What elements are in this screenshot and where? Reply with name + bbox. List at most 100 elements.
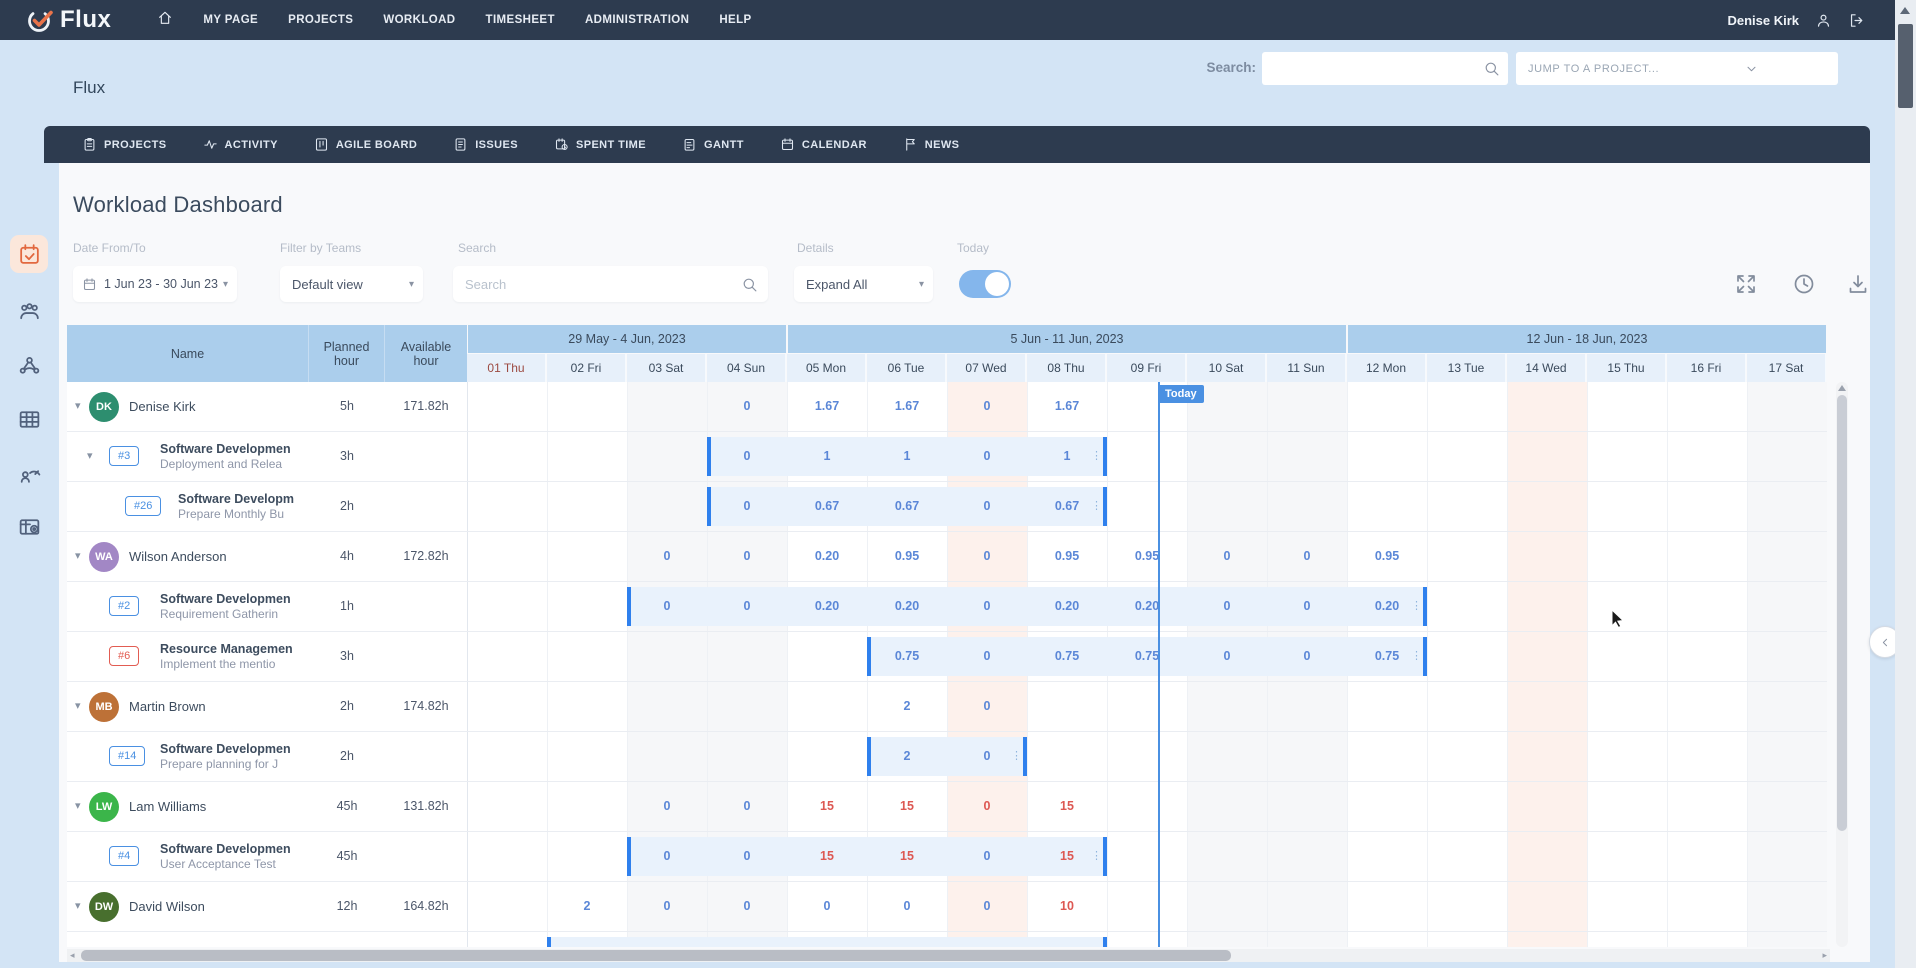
- person-row[interactable]: ▾LWLam Williams45h131.82h001515015: [67, 782, 1827, 832]
- browser-scrollbar-thumb[interactable]: [1898, 24, 1913, 108]
- expand-caret[interactable]: ▾: [87, 449, 93, 462]
- issue-badge[interactable]: #4: [109, 846, 139, 866]
- scroll-right-arrow-icon[interactable]: ▸: [1822, 949, 1827, 962]
- expand-caret[interactable]: ▾: [75, 549, 81, 562]
- tab-projects[interactable]: PROJECTS: [82, 137, 167, 152]
- task-row[interactable]: #4Software DevelopmenUser Acceptance Tes…: [67, 832, 1827, 882]
- sidebar-item-teams[interactable]: [10, 292, 48, 330]
- vertical-scrollbar-thumb[interactable]: [1837, 395, 1847, 831]
- week-group-label: 29 May - 4 Jun, 2023: [568, 332, 685, 346]
- issue-badge[interactable]: #26: [125, 496, 161, 516]
- week-group-label: 12 Jun - 18 Jun, 2023: [1527, 332, 1648, 346]
- scroll-up-arrow-icon[interactable]: [1838, 385, 1846, 391]
- sidebar-item-settings-table[interactable]: [10, 507, 48, 545]
- tab-issues[interactable]: ISSUES: [453, 137, 518, 152]
- sidebar-item-project-structure[interactable]: [10, 346, 48, 384]
- workload-search-input[interactable]: [453, 266, 768, 302]
- task-title: Software DevelopmPrepare Monthly Bu: [178, 491, 307, 522]
- day-header-label: 12 Mon: [1366, 361, 1406, 375]
- workload-search-field[interactable]: [463, 276, 741, 293]
- scroll-up-arrow-icon[interactable]: [1900, 7, 1910, 14]
- download-icon[interactable]: [1846, 272, 1870, 296]
- tab-news[interactable]: NEWS: [903, 137, 960, 152]
- day-hours-cell: 0: [947, 382, 1027, 431]
- logged-in-user-name[interactable]: Denise Kirk: [1727, 13, 1799, 28]
- nav-item-my-page[interactable]: MY PAGE: [203, 14, 258, 26]
- task-row[interactable]: ▾#3Software DevelopmenDeployment and Rel…: [67, 432, 1827, 482]
- issue-badge[interactable]: #6: [109, 646, 139, 666]
- tab-label: GANTT: [704, 139, 744, 151]
- scroll-left-arrow-icon[interactable]: ◂: [70, 949, 75, 962]
- day-hours-cell: 0.67: [1027, 482, 1107, 531]
- nav-item-help[interactable]: HELP: [719, 14, 751, 26]
- header-search-input[interactable]: [1262, 52, 1508, 85]
- task-row[interactable]: #26Software DevelopmPrepare Monthly Bu2h…: [67, 482, 1827, 532]
- performance-icon: [17, 460, 42, 485]
- person-row[interactable]: ▾DKDenise Kirk5h171.82h01.671.6701.67: [67, 382, 1827, 432]
- day-header-label: 15 Thu: [1607, 361, 1644, 375]
- task-subject: Prepare planning for J: [160, 757, 307, 772]
- planned-hour-value: 4h: [309, 532, 385, 581]
- search-icon: [741, 276, 758, 293]
- expand-caret[interactable]: ▾: [75, 799, 81, 812]
- person-row[interactable]: ▾MBMartin Brown2h174.82h20: [67, 682, 1827, 732]
- history-clock-icon[interactable]: [1792, 272, 1816, 296]
- column-header-label: Available hour: [392, 340, 460, 368]
- task-row[interactable]: #6Resource ManagemenImplement the mentio…: [67, 632, 1827, 682]
- issue-badge[interactable]: #3: [109, 446, 139, 466]
- expand-caret[interactable]: ▾: [75, 899, 81, 912]
- tab-agile-board[interactable]: AGILE BOARD: [314, 137, 417, 152]
- issue-badge[interactable]: #2: [109, 596, 139, 616]
- nav-item-timesheet[interactable]: TIMESHEET: [486, 14, 555, 26]
- user-profile-icon[interactable]: [1815, 12, 1832, 29]
- task-project-name: Software Developm: [178, 491, 307, 507]
- day-hours-cell: 0: [947, 532, 1027, 581]
- table-horizontal-scrollbar[interactable]: ◂ ▸: [67, 949, 1830, 962]
- person-row[interactable]: ▾WAWilson Anderson4h172.82h000.200.9500.…: [67, 532, 1827, 582]
- available-hour-value: 172.82h: [385, 532, 467, 581]
- tab-activity[interactable]: ACTIVITY: [203, 137, 278, 152]
- horizontal-scrollbar-thumb[interactable]: [81, 950, 1231, 961]
- browser-scrollbar[interactable]: [1895, 0, 1916, 968]
- teams-filter-select[interactable]: Default view ▾: [280, 266, 423, 302]
- day-header-05-mon: 05 Mon: [787, 354, 866, 382]
- tab-spent-time[interactable]: SPENT TIME: [554, 137, 646, 152]
- tab-calendar[interactable]: CALENDAR: [780, 137, 867, 152]
- flux-logo[interactable]: Flux: [26, 6, 111, 34]
- jump-to-project-select[interactable]: JUMP TO A PROJECT...: [1516, 52, 1838, 85]
- home-nav-button[interactable]: [157, 10, 173, 31]
- column-header-label: Planned hour: [316, 340, 378, 368]
- today-toggle[interactable]: [959, 270, 1011, 298]
- nav-item-workload[interactable]: WORKLOAD: [383, 14, 455, 26]
- fullscreen-icon[interactable]: [1734, 272, 1758, 296]
- table-vertical-scrollbar[interactable]: [1836, 382, 1848, 947]
- day-hours-cell: 1: [867, 432, 947, 481]
- details-select[interactable]: Expand All ▾: [794, 266, 933, 302]
- day-hours-cell: 0: [707, 382, 787, 431]
- task-row[interactable]: #14Software DevelopmenPrepare planning f…: [67, 732, 1827, 782]
- day-header-14-wed: 14 Wed: [1507, 354, 1586, 382]
- available-hour-value: 171.82h: [385, 382, 467, 431]
- chevron-left-icon: [1879, 636, 1892, 649]
- avatar-initials: DK: [96, 401, 112, 413]
- logout-icon[interactable]: [1848, 12, 1865, 29]
- date-range-picker[interactable]: 1 Jun 23 - 30 Jun 23 ▾: [73, 266, 237, 302]
- table-row-partial[interactable]: [67, 932, 1827, 947]
- nav-item-projects[interactable]: PROJECTS: [288, 14, 353, 26]
- sidebar-item-table[interactable]: [10, 400, 48, 438]
- person-row[interactable]: ▾DWDavid Wilson12h164.82h20000010: [67, 882, 1827, 932]
- activity-icon: [203, 137, 218, 152]
- nav-item-administration[interactable]: ADMINISTRATION: [585, 14, 689, 26]
- day-header-11-sun: 11 Sun: [1267, 354, 1346, 382]
- sidebar-item-performance[interactable]: [10, 453, 48, 491]
- top-navigation-bar: Flux MY PAGE PROJECTS WORKLOAD TIMESHEET ADM…: [0, 0, 1895, 40]
- issue-badge[interactable]: #14: [109, 746, 145, 766]
- allocation-bar[interactable]: [547, 937, 1107, 947]
- expand-caret[interactable]: ▾: [75, 399, 81, 412]
- sidebar-item-workload-calendar[interactable]: [10, 235, 48, 273]
- task-project-name: Software Developmen: [160, 591, 307, 607]
- tab-gantt[interactable]: GANTT: [682, 137, 744, 152]
- expand-caret[interactable]: ▾: [75, 699, 81, 712]
- person-name: David Wilson: [129, 882, 205, 931]
- task-row[interactable]: #2Software DevelopmenRequirement Gatheri…: [67, 582, 1827, 632]
